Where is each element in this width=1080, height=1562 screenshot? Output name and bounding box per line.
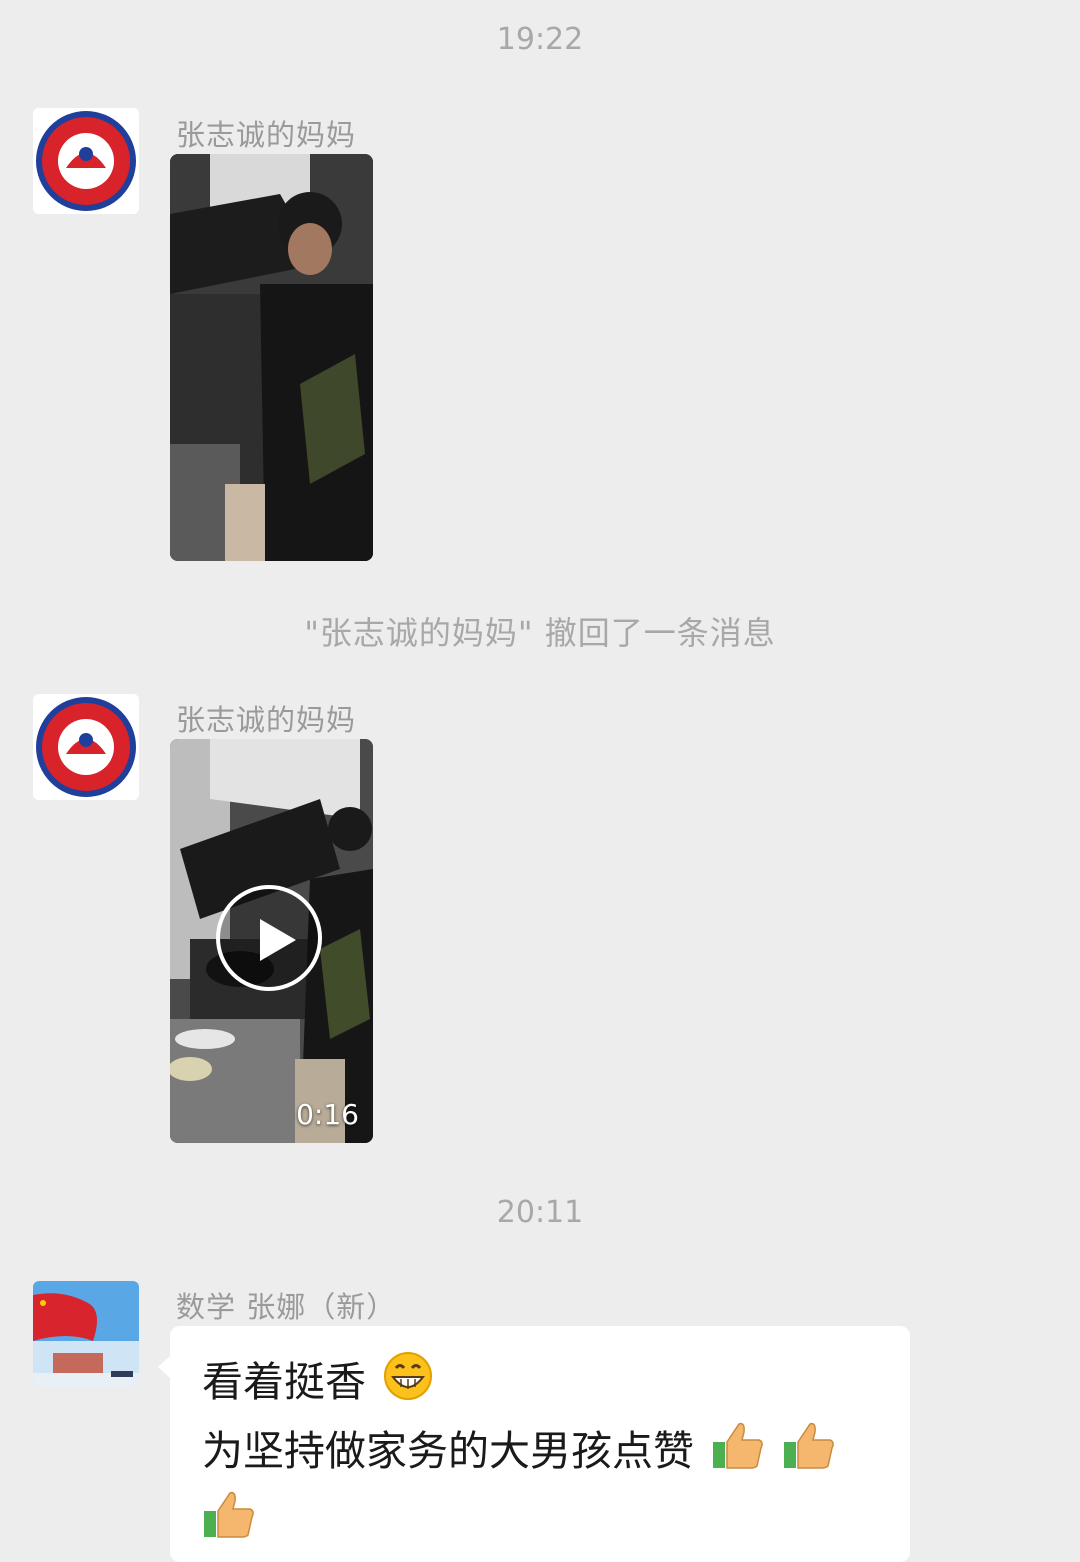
sender-name: 数学 张娜（新）	[176, 1290, 397, 1324]
video-message[interactable]: 0:16	[170, 739, 373, 1143]
message-text: 看着挺香	[202, 1358, 366, 1406]
thumbs-up-emoji-icon	[782, 1420, 836, 1488]
message-text: 为坚持做家务的大男孩点赞	[202, 1427, 694, 1475]
text-message-bubble[interactable]: 看着挺香 为坚持做家务的大男孩点赞	[158, 1326, 910, 1562]
flag-photo-icon	[33, 1281, 139, 1387]
thumbs-up-emoji-icon	[711, 1420, 765, 1488]
timestamp: 19:22	[496, 22, 584, 57]
avatar-kindergarten-logo[interactable]	[33, 694, 139, 800]
sender-name: 张志诚的妈妈	[176, 703, 357, 737]
chat-window: 19:22 张志诚的妈妈 "张志诚的妈妈" 撤回了一条消息 张志诚的妈妈 0:1…	[0, 0, 1080, 1562]
play-icon[interactable]	[216, 885, 322, 991]
message-line	[202, 1488, 880, 1557]
timestamp: 20:11	[496, 1195, 584, 1230]
grin-emoji-icon	[383, 1351, 433, 1419]
kitchen-photo	[170, 154, 373, 561]
message-line: 为坚持做家务的大男孩点赞	[202, 1419, 880, 1488]
avatar-kindergarten-logo[interactable]	[33, 108, 139, 214]
avatar-flag-photo[interactable]	[33, 1281, 139, 1387]
video-duration: 0:16	[296, 1098, 359, 1131]
kindergarten-logo-icon	[33, 694, 139, 800]
kindergarten-logo-icon	[33, 108, 139, 214]
image-message[interactable]	[170, 154, 373, 561]
message-line: 看着挺香	[202, 1350, 880, 1419]
recall-notice: "张志诚的妈妈" 撤回了一条消息	[304, 614, 776, 652]
thumbs-up-emoji-icon	[202, 1489, 256, 1557]
sender-name: 张志诚的妈妈	[176, 118, 357, 152]
